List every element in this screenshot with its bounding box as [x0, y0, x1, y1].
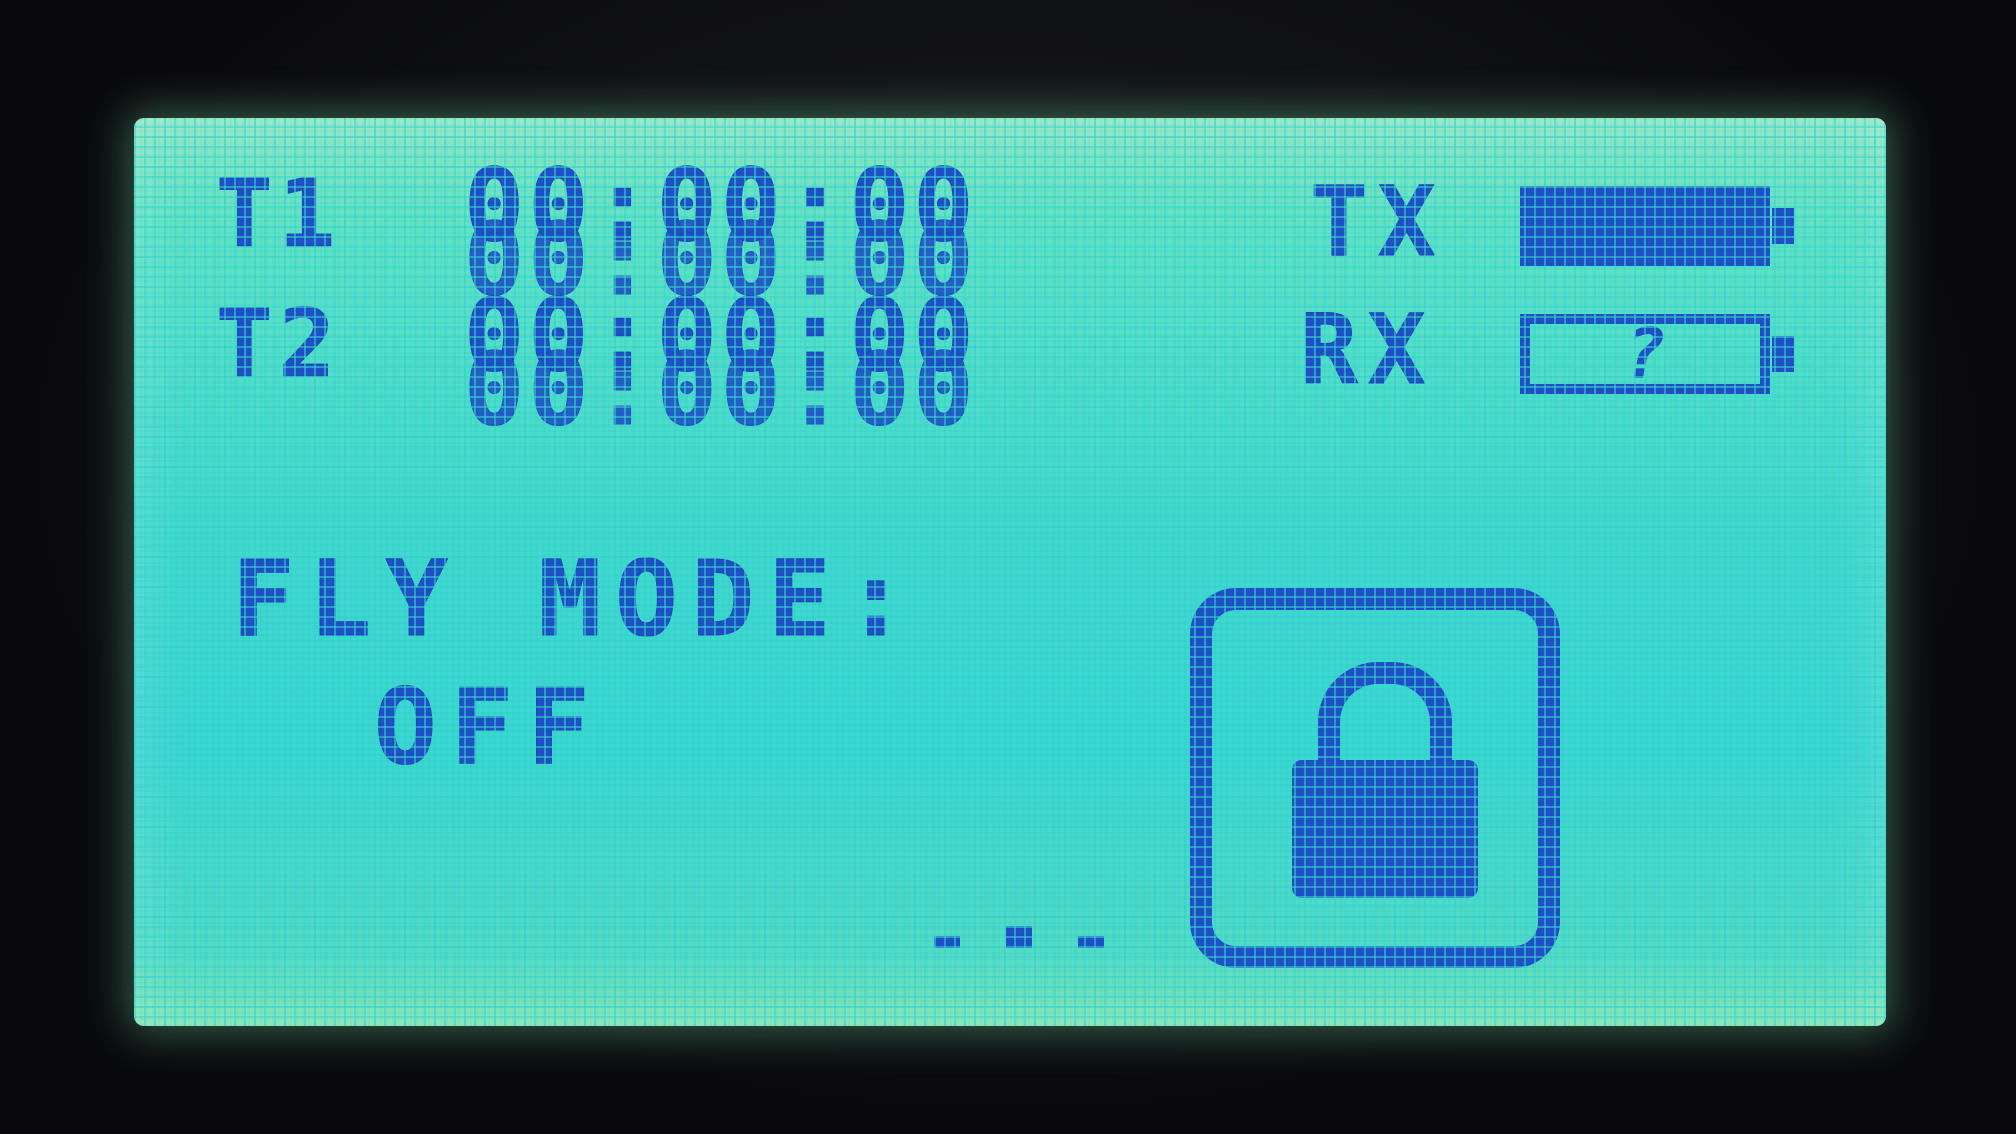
tx-battery-icon [1520, 186, 1794, 266]
fly-mode-label: FLY MODE: [232, 538, 922, 661]
rx-battery-unknown-text: ? [1623, 313, 1667, 395]
rx-battery-icon: ? [1520, 313, 1794, 395]
page-dot-1 [934, 936, 960, 948]
page-dot-3 [1078, 936, 1104, 948]
rx-label: RX [1300, 294, 1436, 407]
tx-battery-fill [1530, 196, 1760, 256]
tx-battery-terminal [1772, 208, 1794, 244]
timer-2-value-lower: 00:00:00 [464, 331, 978, 448]
lock-icon [1292, 662, 1478, 898]
lock-body [1292, 760, 1478, 898]
radio-transmitter-device: T1 00:00:00 00:00:00 T2 00:00:00 00:00:0… [0, 0, 2016, 1134]
lcd-screen: T1 00:00:00 00:00:00 T2 00:00:00 00:00:0… [134, 118, 1886, 1026]
tx-label: TX [1310, 166, 1446, 279]
rx-battery-terminal [1772, 336, 1794, 372]
fly-mode-value[interactable]: OFF [374, 666, 604, 789]
timer-2-label: T2 [215, 290, 342, 400]
timer-1-label: T1 [215, 160, 342, 270]
page-dot-2 [1006, 926, 1032, 948]
page-indicator-dots [934, 926, 1104, 956]
